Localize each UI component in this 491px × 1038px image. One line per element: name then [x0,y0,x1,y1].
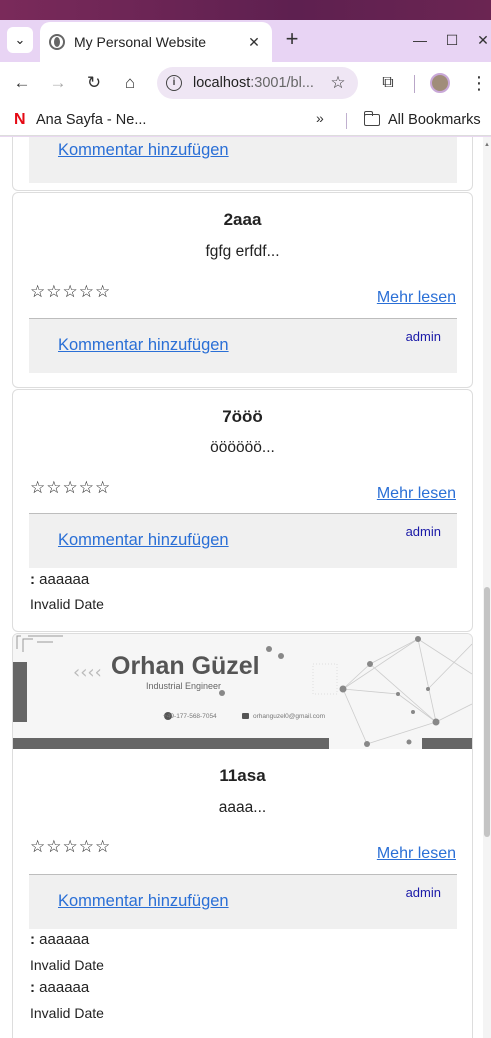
banner-phone: +49-177-568-7054 [163,713,217,720]
comment-box: Kommentar hinzufügen admin [29,513,457,568]
add-comment-link[interactable]: Kommentar hinzufügen [58,336,229,355]
arrow-right-icon: → [49,73,67,92]
comment-box: Kommentar hinzufügen admin [29,318,457,373]
read-more-link[interactable]: Mehr lesen [377,845,456,863]
globe-icon [49,34,65,50]
arrow-left-icon: ← [13,73,31,92]
post-excerpt: öööööö... [210,439,275,456]
close-icon[interactable]: ✕ [244,32,264,52]
new-tab-button[interactable]: + [282,26,302,51]
post-title: 11asa [219,766,266,785]
desktop-background [0,0,491,20]
close-window-button[interactable]: ✕ [473,30,491,50]
site-info-icon[interactable]: i [166,75,182,91]
browser-toolbar: ← → ↻ ⌂ i localhost:3001/bl... ☆ ⧉ ⋮ [0,62,491,104]
tab-search-button[interactable]: ⌄ [7,27,33,53]
comment-text: : aaaaaa [30,931,90,948]
back-button[interactable]: ← [11,72,33,94]
reload-icon: ↻ [86,73,102,92]
star-rating[interactable]: ☆☆☆☆☆ [30,478,111,498]
minimize-button[interactable]: — [410,30,430,50]
post-excerpt: aaaa... [218,799,267,816]
comment-text: : aaaaaa [30,571,90,588]
scrollbar-thumb[interactable] [484,587,490,837]
comment-date: Invalid Date [30,596,104,612]
post-title: 7ööö [222,407,263,426]
bookmark-item[interactable]: N Ana Sayfa - Ne... [14,110,146,130]
post-card: ‹‹‹‹ Orhan Güzel Industrial Engineer +49… [12,633,473,1038]
url-text[interactable]: localhost:3001/bl... [193,75,328,91]
author-label: admin [406,137,441,138]
post-card: Kommentar hinzufügen admin [12,137,473,191]
chevron-down-icon: ⌄ [14,32,26,47]
post-card: 7ööö öööööö... ☆☆☆☆☆ Mehr lesen Kommenta… [12,389,473,632]
read-more-link[interactable]: Mehr lesen [377,289,456,307]
svg-text:‹‹‹‹: ‹‹‹‹ [73,662,102,683]
all-bookmarks-button[interactable]: All Bookmarks [364,110,481,130]
home-icon: ⌂ [124,73,136,92]
page-scrollbar[interactable]: ▲ [483,137,491,1038]
double-chevron-icon: » [316,110,324,126]
banner-name: Orhan Güzel [111,652,260,680]
maximize-button[interactable]: ☐ [442,30,462,50]
star-icon[interactable]: ☆ [328,73,348,93]
extensions-icon[interactable]: ⧉ [377,72,399,94]
tab-title: My Personal Website [74,34,207,50]
home-button[interactable]: ⌂ [119,72,141,94]
add-comment-link[interactable]: Kommentar hinzufügen [58,531,229,550]
plus-icon: + [285,26,299,51]
active-tab[interactable]: My Personal Website ✕ [40,22,272,62]
post-title: 2aaa [223,210,262,229]
comment-box: Kommentar hinzufügen admin [29,874,457,929]
add-comment-link[interactable]: Kommentar hinzufügen [58,141,229,160]
profile-avatar[interactable] [430,73,450,93]
tab-strip: ⌄ My Personal Website ✕ + — ☐ ✕ [0,0,491,62]
comment-text: : aaaaaa [30,979,90,996]
star-rating[interactable]: ☆☆☆☆☆ [30,282,111,302]
more-bookmarks-button[interactable]: » [316,110,324,126]
banner-role: Industrial Engineer [146,681,222,691]
page-viewport: Kommentar hinzufügen admin 2aaa fgfg erf… [0,137,491,1038]
folder-icon [364,111,380,126]
star-rating[interactable]: ☆☆☆☆☆ [30,837,111,857]
netflix-icon: N [14,111,26,128]
comment-box: Kommentar hinzufügen admin [29,137,457,183]
address-bar[interactable]: i localhost:3001/bl... ☆ [157,67,358,99]
post-banner-image: ‹‹‹‹ Orhan Güzel Industrial Engineer +49… [13,634,472,749]
author-label: admin [405,329,441,344]
post-excerpt: fgfg erfdf... [205,243,280,260]
add-comment-link[interactable]: Kommentar hinzufügen [58,892,229,911]
read-more-link[interactable]: Mehr lesen [377,485,456,503]
banner-email: orhanguzel0@gmail.com [253,713,325,720]
comment-date: Invalid Date [30,957,104,973]
author-label: admin [405,524,441,539]
menu-icon[interactable]: ⋮ [470,72,488,94]
forward-button[interactable]: → [47,72,69,94]
comment-date: Invalid Date [30,1005,104,1021]
bookmarks-bar: N Ana Sayfa - Ne... » All Bookmarks [0,104,491,136]
post-card: 2aaa fgfg erfdf... ☆☆☆☆☆ Mehr lesen Komm… [12,192,473,388]
author-label: admin [405,885,441,900]
reload-button[interactable]: ↻ [83,72,105,94]
